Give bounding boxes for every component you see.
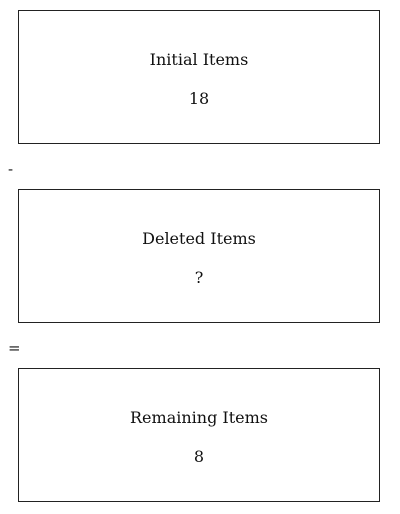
initial-items-value: 18 (188, 89, 210, 108)
initial-items-label: Initial Items (149, 50, 249, 69)
initial-items-box: Initial Items 18 (18, 10, 380, 144)
remaining-items-box: Remaining Items 8 (18, 368, 380, 502)
deleted-items-box: Deleted Items ? (18, 189, 380, 323)
equals-operator: = (8, 339, 21, 357)
deleted-items-label: Deleted Items (142, 229, 256, 248)
remaining-items-label: Remaining Items (130, 408, 268, 427)
minus-operator: - (8, 160, 14, 178)
remaining-items-value: 8 (193, 447, 205, 466)
deleted-items-value: ? (194, 268, 204, 287)
